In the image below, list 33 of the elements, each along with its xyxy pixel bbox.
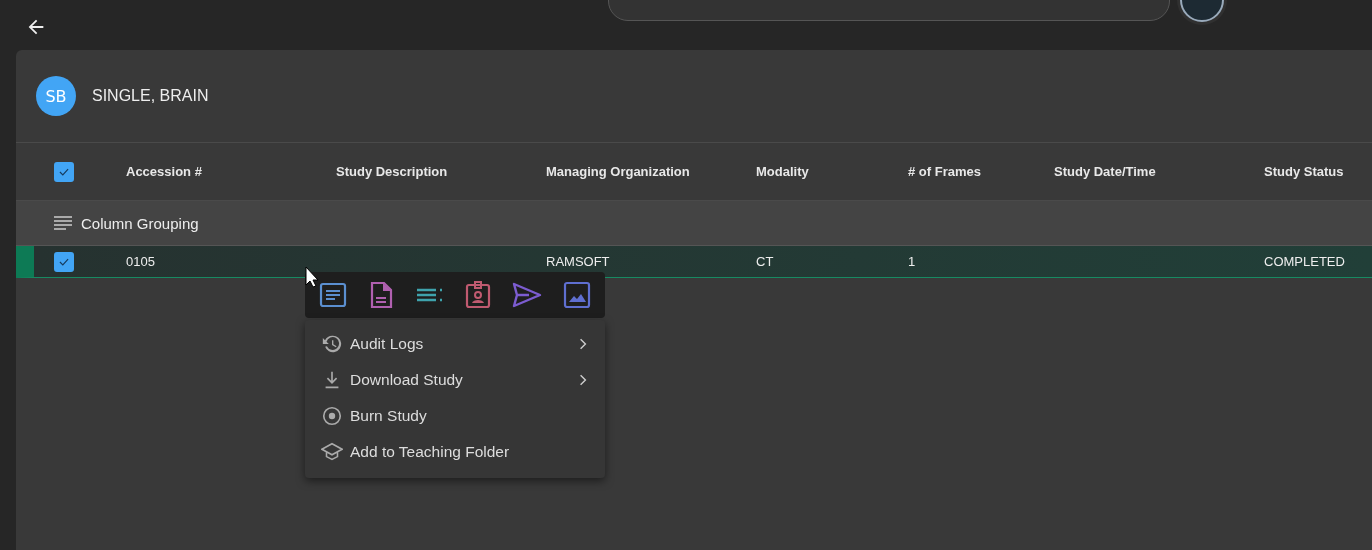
- column-header[interactable]: # of Frames: [908, 164, 1054, 179]
- row-checkbox[interactable]: [54, 251, 74, 272]
- table-row[interactable]: 0105 RAMSOFT CT 1 COMPLETED: [16, 246, 1372, 278]
- mouse-pointer-icon: [305, 266, 319, 288]
- disc-icon: [321, 405, 343, 427]
- column-header[interactable]: Accession #: [126, 164, 336, 179]
- menu-item[interactable]: Audit Logs: [305, 326, 605, 362]
- menu-item[interactable]: Add to Teaching Folder: [305, 434, 605, 470]
- column-header[interactable]: Modality: [756, 164, 908, 179]
- menu-item[interactable]: Burn Study: [305, 398, 605, 434]
- table-cell-text: RAMSOFT: [546, 254, 611, 269]
- send-icon[interactable]: [512, 281, 543, 309]
- column-header[interactable]: Study Status: [1264, 164, 1372, 179]
- table-cell-text: CT: [756, 254, 775, 269]
- table-cell-text: 1: [908, 254, 917, 269]
- column-header[interactable]: Study Date/Time: [1054, 164, 1264, 179]
- select-all-checkbox[interactable]: [54, 161, 74, 182]
- history-icon: [321, 333, 343, 355]
- patient-avatar: SB: [36, 76, 76, 116]
- chevron-right-icon: [579, 374, 587, 386]
- column-header[interactable]: Study Description: [336, 164, 546, 179]
- report-icon[interactable]: [319, 281, 348, 309]
- graduation-cap-icon: [321, 441, 343, 463]
- id-badge-icon[interactable]: [464, 281, 493, 309]
- grouping-label: Column Grouping: [81, 214, 199, 232]
- table-cell-text: 0105: [126, 254, 156, 269]
- menu-item[interactable]: Download Study: [305, 362, 605, 398]
- table-cell-text: COMPLETED: [1264, 254, 1346, 269]
- lines-icon: [54, 216, 72, 230]
- column-header[interactable]: Managing Organization: [546, 164, 756, 179]
- chevron-right-icon: [579, 338, 587, 350]
- patient-name: SINGLE, BRAIN: [92, 87, 209, 105]
- image-icon[interactable]: [562, 281, 591, 309]
